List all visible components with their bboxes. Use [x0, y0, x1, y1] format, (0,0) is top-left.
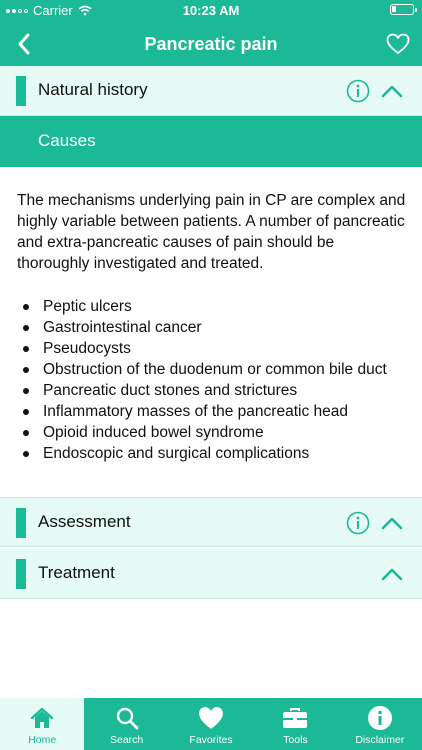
section-content: The mechanisms underlying pain in CP are… — [17, 190, 409, 464]
subsection-label: Causes — [38, 131, 96, 150]
favorite-button[interactable] — [384, 30, 412, 58]
content-paragraph: The mechanisms underlying pain in CP are… — [17, 192, 406, 272]
causes-list: Peptic ulcers Gastrointestinal cancer Ps… — [17, 296, 409, 464]
section-label: Treatment — [38, 563, 115, 582]
list-item: Pseudocysts — [17, 338, 409, 359]
tab-disclaimer[interactable]: Disclaimer — [338, 698, 422, 750]
tab-tools[interactable]: Tools — [253, 698, 337, 750]
section-marker — [16, 508, 26, 538]
tab-label: Favorites — [189, 734, 233, 746]
section-header-assessment[interactable]: Assessment — [0, 497, 422, 547]
toolbox-icon — [282, 705, 308, 731]
list-item: Pancreatic duct stones and strictures — [17, 380, 409, 401]
status-bar: Carrier 10:23 AM — [0, 0, 422, 22]
section-header-natural-history[interactable]: Natural history — [0, 66, 422, 116]
list-item: Obstruction of the duodenum or common bi… — [17, 359, 409, 380]
subsection-header-causes[interactable]: Causes — [0, 116, 422, 167]
tab-label: Search — [109, 734, 144, 746]
status-right — [390, 4, 417, 15]
tab-search[interactable]: Search — [84, 698, 168, 750]
tab-label: Tools — [283, 734, 308, 746]
search-icon — [114, 705, 140, 731]
chevron-up-icon[interactable] — [380, 81, 404, 101]
info-icon[interactable] — [346, 511, 370, 535]
info-icon[interactable] — [346, 79, 370, 103]
tab-home[interactable]: Home — [0, 698, 85, 750]
info-icon — [367, 705, 393, 731]
tab-favorites[interactable]: Favorites — [169, 698, 253, 750]
page-title: Pancreatic pain — [144, 34, 278, 54]
list-item: Endoscopic and surgical complications — [17, 443, 409, 464]
heart-icon — [198, 705, 224, 731]
tab-label: Disclaimer — [355, 734, 405, 746]
navigation-bar: Pancreatic pain — [0, 22, 422, 66]
chevron-up-icon[interactable] — [380, 513, 404, 533]
status-time: 10:23 AM — [182, 3, 240, 18]
list-item: Gastrointestinal cancer — [17, 317, 409, 338]
list-item: Inflammatory masses of the pancreatic he… — [17, 401, 409, 422]
section-header-treatment[interactable]: Treatment — [0, 549, 422, 599]
tab-bar: Home Search Favorites Tools Disclaimer — [0, 698, 422, 750]
tab-label: Home — [28, 734, 57, 746]
section-marker — [16, 559, 26, 589]
section-marker — [16, 76, 26, 106]
list-item: Peptic ulcers — [17, 296, 409, 317]
list-item: Opioid induced bowel syndrome — [17, 422, 409, 443]
heart-outline-icon — [386, 33, 410, 54]
section-label: Assessment — [38, 512, 131, 531]
section-label: Natural history — [38, 80, 148, 99]
home-icon — [29, 705, 55, 731]
chevron-up-icon[interactable] — [380, 564, 404, 584]
battery-icon — [390, 4, 417, 15]
